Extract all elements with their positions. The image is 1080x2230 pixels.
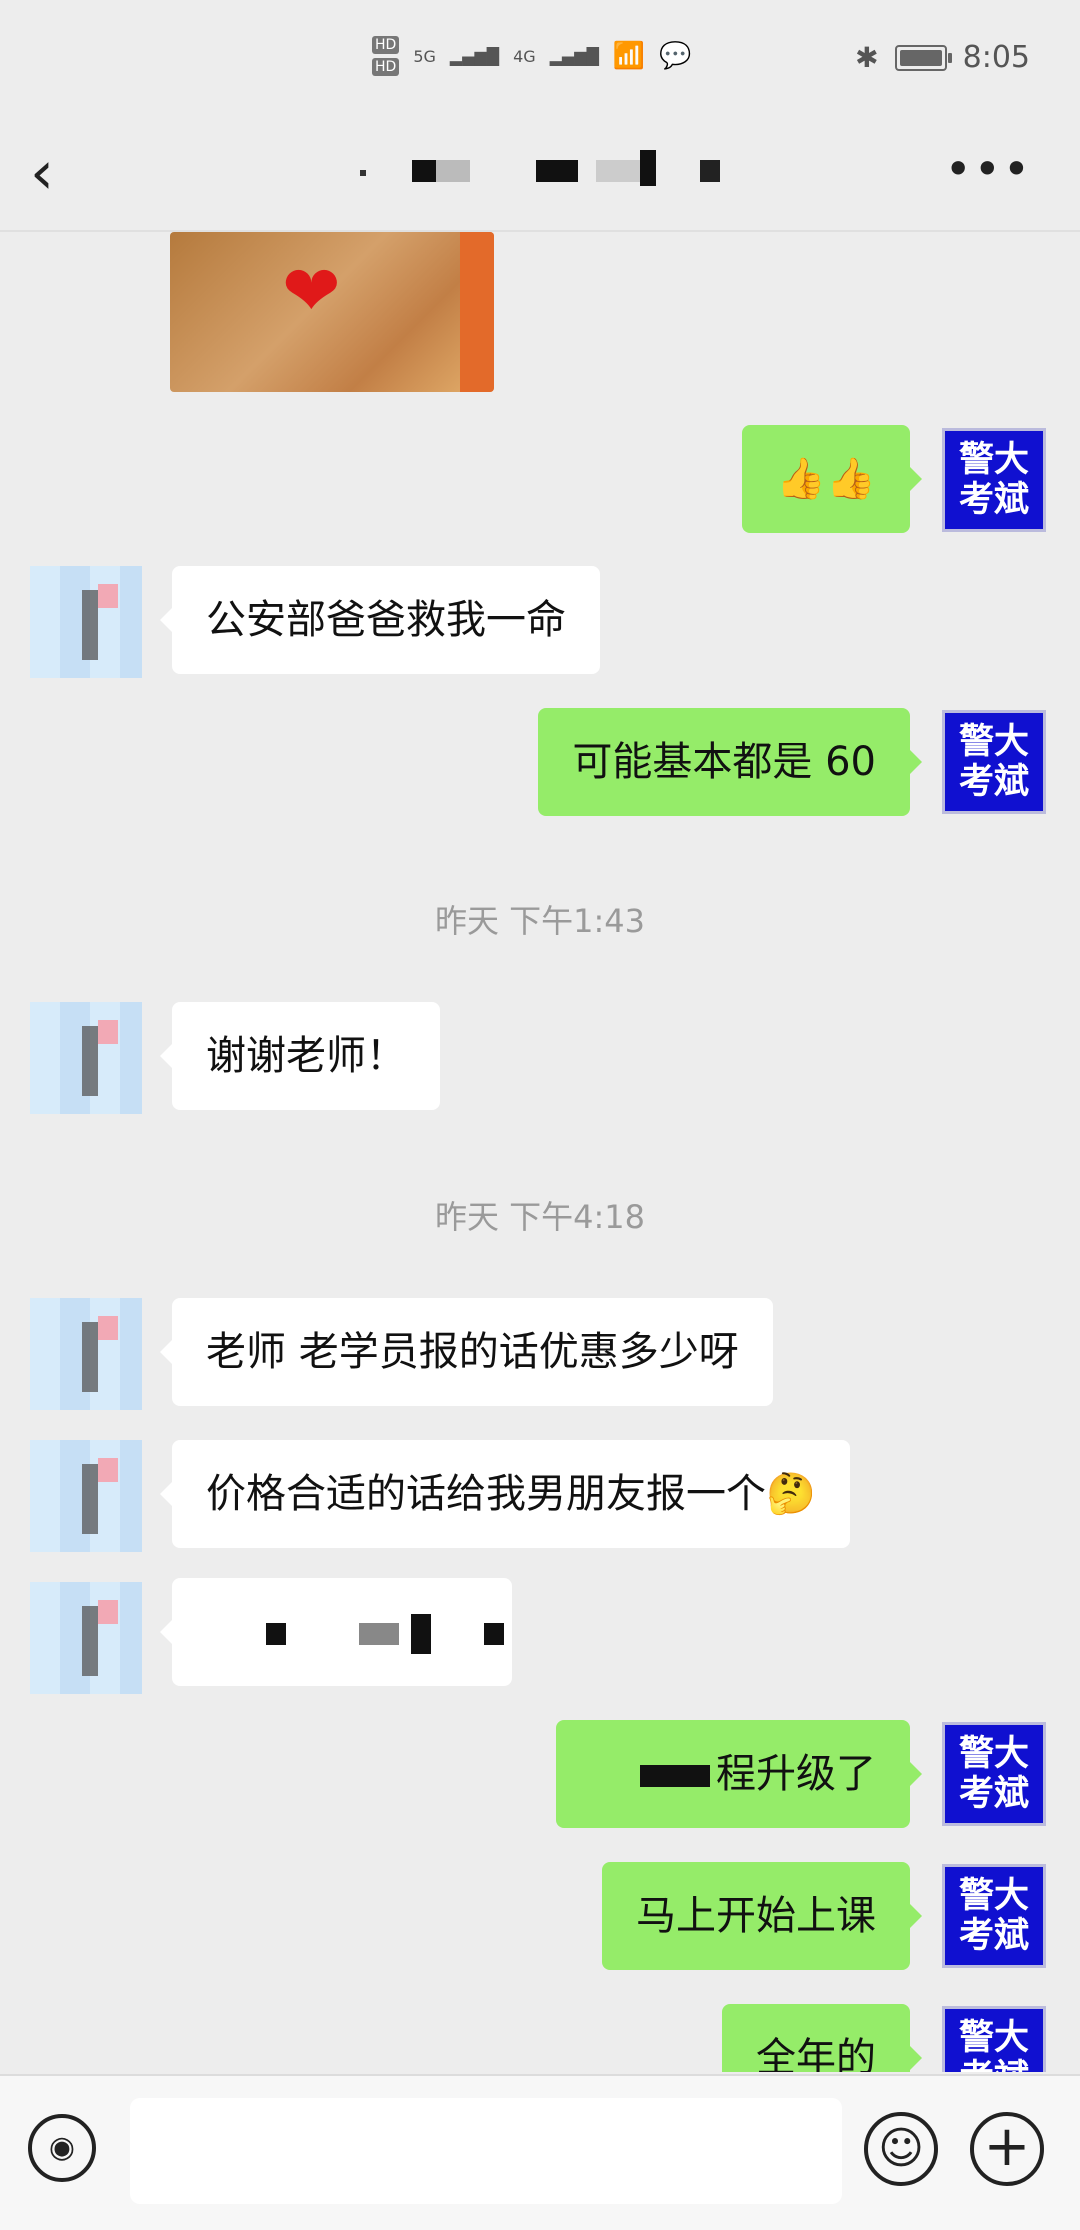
self-avatar-text: 警大考斌 <box>958 1876 1029 1956</box>
hd-icons: HD HD <box>372 36 400 76</box>
redaction-block <box>411 1614 432 1654</box>
message-bubble-redacted[interactable] <box>160 1578 512 1686</box>
self-avatar[interactable]: 警大考斌 <box>942 710 1046 814</box>
message-bubble-other[interactable]: 公安部爸爸救我一命 <box>160 566 600 674</box>
self-avatar[interactable]: 警大考斌 <box>942 2006 1046 2072</box>
redaction-block <box>266 1623 286 1645</box>
message-bubble-other[interactable]: 价格合适的话给我男朋友报一个🤔 <box>160 1440 850 1548</box>
status-time: 8:05 <box>962 40 1030 75</box>
signal-icon: ▂▄▆█ <box>549 46 599 66</box>
chat-title-redacted <box>360 150 720 192</box>
plus-icon[interactable]: + <box>970 2112 1044 2186</box>
self-avatar[interactable]: 警大考斌 <box>942 428 1046 532</box>
voice-icon[interactable]: ◉ <box>28 2114 96 2182</box>
signal-icon: ▂▄▆█ <box>449 46 500 66</box>
contact-avatar[interactable] <box>30 1298 142 1410</box>
heart-icon: ❤ <box>282 250 341 332</box>
message-bubble-other[interactable]: 老师 老学员报的话优惠多少呀 <box>160 1298 773 1406</box>
chevron-left-icon[interactable]: ‹ <box>30 138 90 208</box>
self-avatar-text: 警大考斌 <box>958 440 1029 520</box>
battery-icon <box>894 44 952 71</box>
status-bar: HD HD 5G ▂▄▆█ 4G ▂▄▆█ 📶 💬 ✱ 8:05 <box>0 0 1080 120</box>
self-avatar[interactable]: 警大考斌 <box>942 1722 1046 1826</box>
message-bubble-self[interactable]: 👍👍 <box>742 425 922 533</box>
status-right-icons: ✱ 8:05 <box>855 40 1030 75</box>
contact-avatar[interactable] <box>30 566 142 678</box>
self-avatar[interactable]: 警大考斌 <box>942 1864 1046 1968</box>
message-text: 程升级了 <box>716 1751 876 1797</box>
self-avatar-text: 警大考斌 <box>958 1734 1029 1814</box>
message-list[interactable]: ❤ 👍👍 警大考斌 公安部爸爸救我一命 可能基本都是 60 警大考斌 昨天 下午… <box>0 232 1080 2072</box>
message-bubble-other[interactable]: 谢谢老师！ <box>160 1002 440 1110</box>
redaction-block <box>640 1765 710 1787</box>
self-avatar-text: 警大考斌 <box>958 2018 1029 2072</box>
message-bubble-self[interactable]: 可能基本都是 60 <box>538 708 922 816</box>
message-bubble-self[interactable]: 全年的 <box>722 2004 922 2072</box>
chat-header: ‹ ••• <box>0 120 1080 232</box>
timestamp: 昨天 下午1:43 <box>434 902 646 940</box>
status-left-icons: HD HD 5G ▂▄▆█ 4G ▂▄▆█ 📶 💬 <box>372 36 692 76</box>
self-avatar-text: 警大考斌 <box>958 722 1029 802</box>
contact-avatar[interactable] <box>30 1582 142 1694</box>
sticker-image[interactable]: ❤ <box>170 232 494 392</box>
emoji-icon[interactable]: ☺ <box>864 2112 938 2186</box>
network-5g-label: 5G <box>413 46 436 66</box>
message-bubble-self[interactable]: 程升级了 <box>556 1720 922 1828</box>
more-icon[interactable]: ••• <box>945 142 1032 196</box>
network-4g-label: 4G <box>513 46 536 66</box>
hd-badge-2: HD <box>372 58 400 76</box>
wechat-icon: 💬 <box>659 41 692 71</box>
contact-avatar[interactable] <box>30 1002 142 1114</box>
hd-badge-1: HD <box>372 36 400 54</box>
wifi-icon: 📶 <box>612 41 646 71</box>
timestamp: 昨天 下午4:18 <box>434 1198 646 1236</box>
message-bubble-self[interactable]: 马上开始上课 <box>602 1862 922 1970</box>
bluetooth-icon: ✱ <box>855 41 879 74</box>
contact-avatar[interactable] <box>30 1440 142 1552</box>
redaction-block <box>484 1623 505 1645</box>
redaction-block <box>358 1623 399 1645</box>
message-input[interactable] <box>130 2098 842 2204</box>
sticker-sign <box>460 232 494 392</box>
input-bar: ◉ ☺ + <box>0 2074 1080 2230</box>
